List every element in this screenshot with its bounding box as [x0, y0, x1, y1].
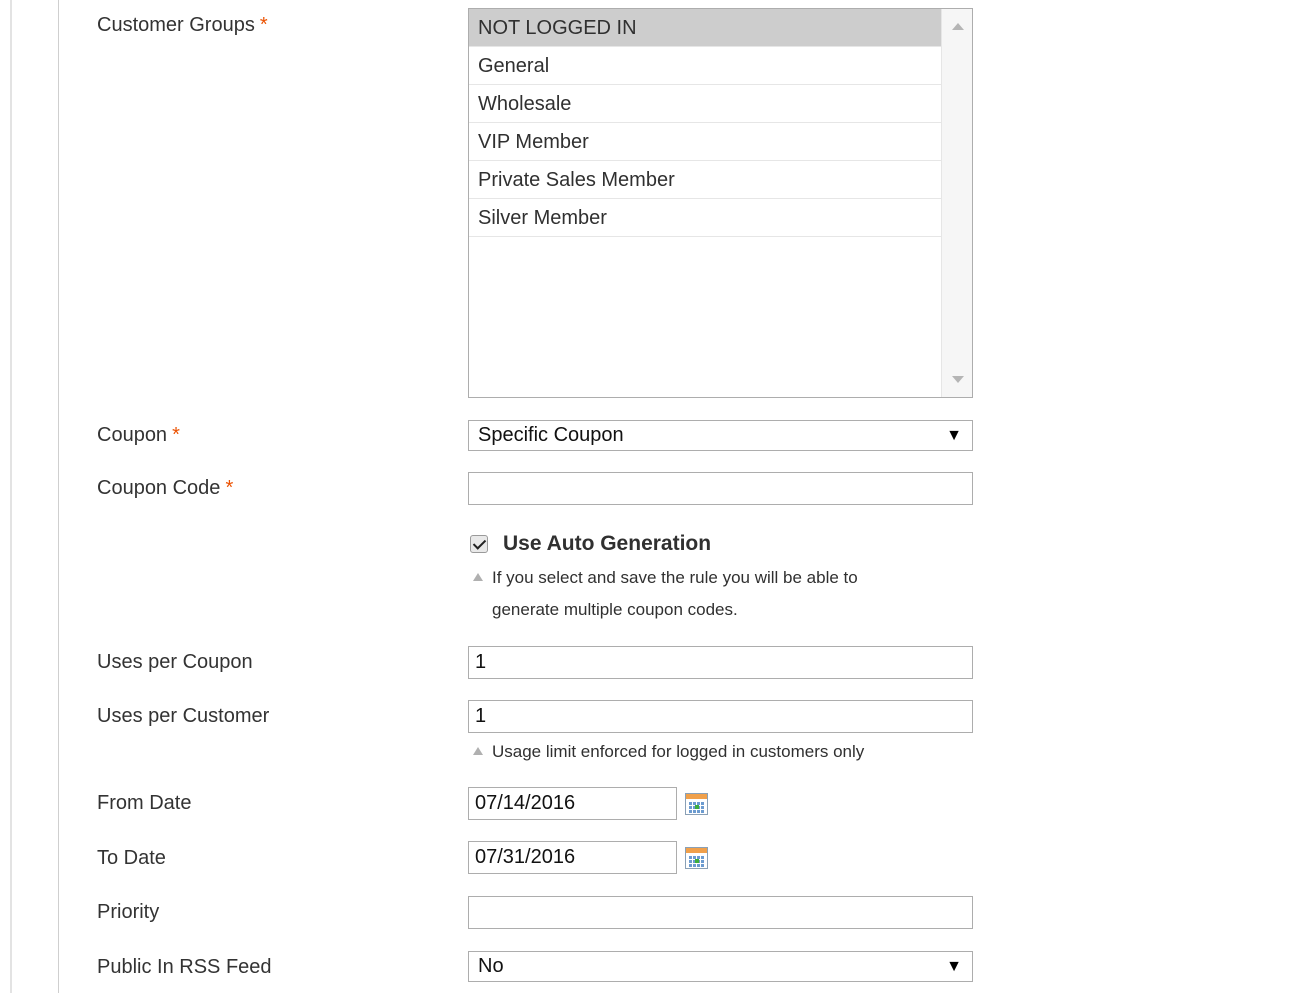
coupon-code-label-text: Coupon Code: [97, 477, 221, 499]
coupon-label-text: Coupon: [97, 424, 168, 446]
priority-label: Priority: [97, 901, 160, 923]
coupon-select[interactable]: Specific Coupon ▼: [468, 420, 973, 451]
option-not-logged-in[interactable]: NOT LOGGED IN: [469, 9, 943, 47]
customer-groups-label: Customer Groups *: [97, 14, 268, 37]
coupon-select-value: Specific Coupon: [478, 424, 624, 446]
option-silver-member[interactable]: Silver Member: [469, 199, 943, 237]
use-auto-generation-label[interactable]: Use Auto Generation: [503, 532, 711, 556]
content-frame-border: [58, 0, 59, 993]
scroll-up-arrow-icon[interactable]: [952, 23, 964, 30]
usage-limit-note: Usage limit enforced for logged in custo…: [492, 742, 865, 761]
required-mark: *: [172, 424, 180, 446]
from-date-input[interactable]: 07/14/2016: [468, 787, 677, 820]
customer-groups-options: NOT LOGGED IN General Wholesale VIP Memb…: [469, 9, 943, 237]
public-in-rss-feed-select[interactable]: No ▼: [468, 951, 973, 982]
auto-generation-note-line1: If you select and save the rule you will…: [492, 568, 858, 587]
dropdown-caret-icon: ▼: [946, 427, 962, 444]
option-vip-member[interactable]: VIP Member: [469, 123, 943, 161]
uses-per-coupon-label: Uses per Coupon: [97, 651, 253, 673]
option-private-sales-member[interactable]: Private Sales Member: [469, 161, 943, 199]
required-mark: *: [259, 14, 268, 36]
calendar-icon[interactable]: [685, 847, 708, 869]
uses-per-customer-input[interactable]: 1: [468, 700, 973, 733]
uses-per-coupon-input[interactable]: 1: [468, 646, 973, 679]
to-date-input[interactable]: 07/31/2016: [468, 841, 677, 874]
uses-per-customer-label: Uses per Customer: [97, 705, 270, 727]
use-auto-generation-checkbox[interactable]: [470, 535, 488, 553]
multiselect-scrollbar[interactable]: [941, 9, 972, 397]
to-date-label: To Date: [97, 847, 166, 869]
from-date-label: From Date: [97, 792, 192, 814]
note-triangle-icon: [473, 573, 483, 581]
customer-groups-label-text: Customer Groups: [97, 14, 255, 36]
left-frame-border: [10, 0, 12, 993]
calendar-icon[interactable]: [685, 793, 708, 815]
coupon-label: Coupon *: [97, 424, 180, 447]
coupon-code-label: Coupon Code *: [97, 477, 233, 500]
note-triangle-icon: [473, 747, 483, 755]
required-mark: *: [225, 477, 234, 499]
dropdown-caret-icon: ▼: [946, 958, 962, 975]
auto-generation-note-line2: generate multiple coupon codes.: [492, 600, 738, 619]
coupon-code-input[interactable]: [468, 472, 973, 505]
rss-feed-select-value: No: [478, 955, 504, 977]
scroll-down-arrow-icon[interactable]: [952, 376, 964, 383]
customer-groups-multiselect[interactable]: NOT LOGGED IN General Wholesale VIP Memb…: [468, 8, 973, 398]
priority-input[interactable]: [468, 896, 973, 929]
public-in-rss-feed-label: Public In RSS Feed: [97, 956, 272, 978]
option-general[interactable]: General: [469, 47, 943, 85]
option-wholesale[interactable]: Wholesale: [469, 85, 943, 123]
